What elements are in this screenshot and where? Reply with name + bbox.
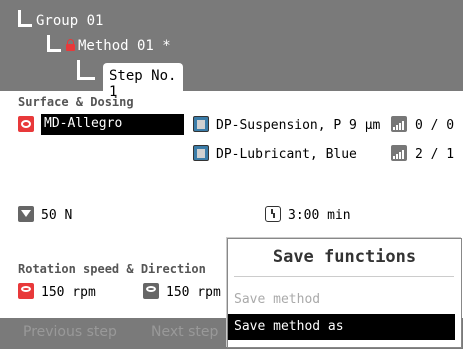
lubricant-level[interactable]: 2 / 1 bbox=[415, 147, 454, 162]
disc-icon bbox=[18, 116, 34, 132]
force-down-icon bbox=[18, 206, 34, 222]
save-method-option[interactable]: Save method bbox=[234, 292, 320, 307]
surface-name: MD-Allegro bbox=[44, 116, 123, 131]
tree-connector bbox=[18, 24, 32, 27]
lock-icon bbox=[66, 39, 75, 51]
rotation-speed-2[interactable]: 150 rpm bbox=[166, 285, 221, 300]
level-bars-icon bbox=[391, 116, 407, 132]
rotation-icon bbox=[143, 283, 159, 299]
save-method-as-option[interactable]: Save method as bbox=[228, 314, 455, 340]
time-value[interactable]: 3:00 min bbox=[288, 208, 351, 223]
rotation-label: Rotation speed & Direction bbox=[18, 262, 206, 276]
method-label[interactable]: Method 01 * bbox=[78, 38, 171, 54]
clock-icon bbox=[265, 206, 281, 222]
tree-connector bbox=[47, 49, 61, 52]
tab-step-1[interactable]: Step No. 1 bbox=[103, 63, 183, 100]
rotation-icon bbox=[18, 283, 34, 299]
save-method-as-label: Save method as bbox=[234, 319, 344, 334]
force-value[interactable]: 50 N bbox=[41, 208, 72, 223]
rotation-speed-1[interactable]: 150 rpm bbox=[41, 285, 96, 300]
surface-field[interactable]: MD-Allegro bbox=[41, 114, 184, 135]
bottle-icon bbox=[193, 116, 209, 132]
suspension-label[interactable]: DP-Suspension, P 9 µm bbox=[216, 118, 380, 133]
group-label[interactable]: Group 01 bbox=[36, 13, 103, 29]
previous-step-button[interactable]: Previous step bbox=[23, 324, 117, 340]
bottle-icon bbox=[193, 145, 209, 161]
popup-title: Save functions bbox=[272, 247, 417, 267]
screen: Group 01 Method 01 * Step No. 1 Surface … bbox=[0, 0, 463, 349]
lubricant-label[interactable]: DP-Lubricant, Blue bbox=[216, 147, 357, 162]
divider bbox=[234, 276, 454, 277]
tree-connector bbox=[77, 77, 95, 80]
next-step-button[interactable]: Next step bbox=[151, 324, 218, 340]
suspension-level[interactable]: 0 / 0 bbox=[415, 118, 454, 133]
save-functions-popup: Save functions Save method Save method a… bbox=[227, 238, 462, 348]
method-tree-header: Group 01 Method 01 * Step No. 1 bbox=[0, 0, 463, 100]
level-bars-icon bbox=[391, 145, 407, 161]
surface-dosing-label: Surface & Dosing bbox=[18, 95, 134, 109]
